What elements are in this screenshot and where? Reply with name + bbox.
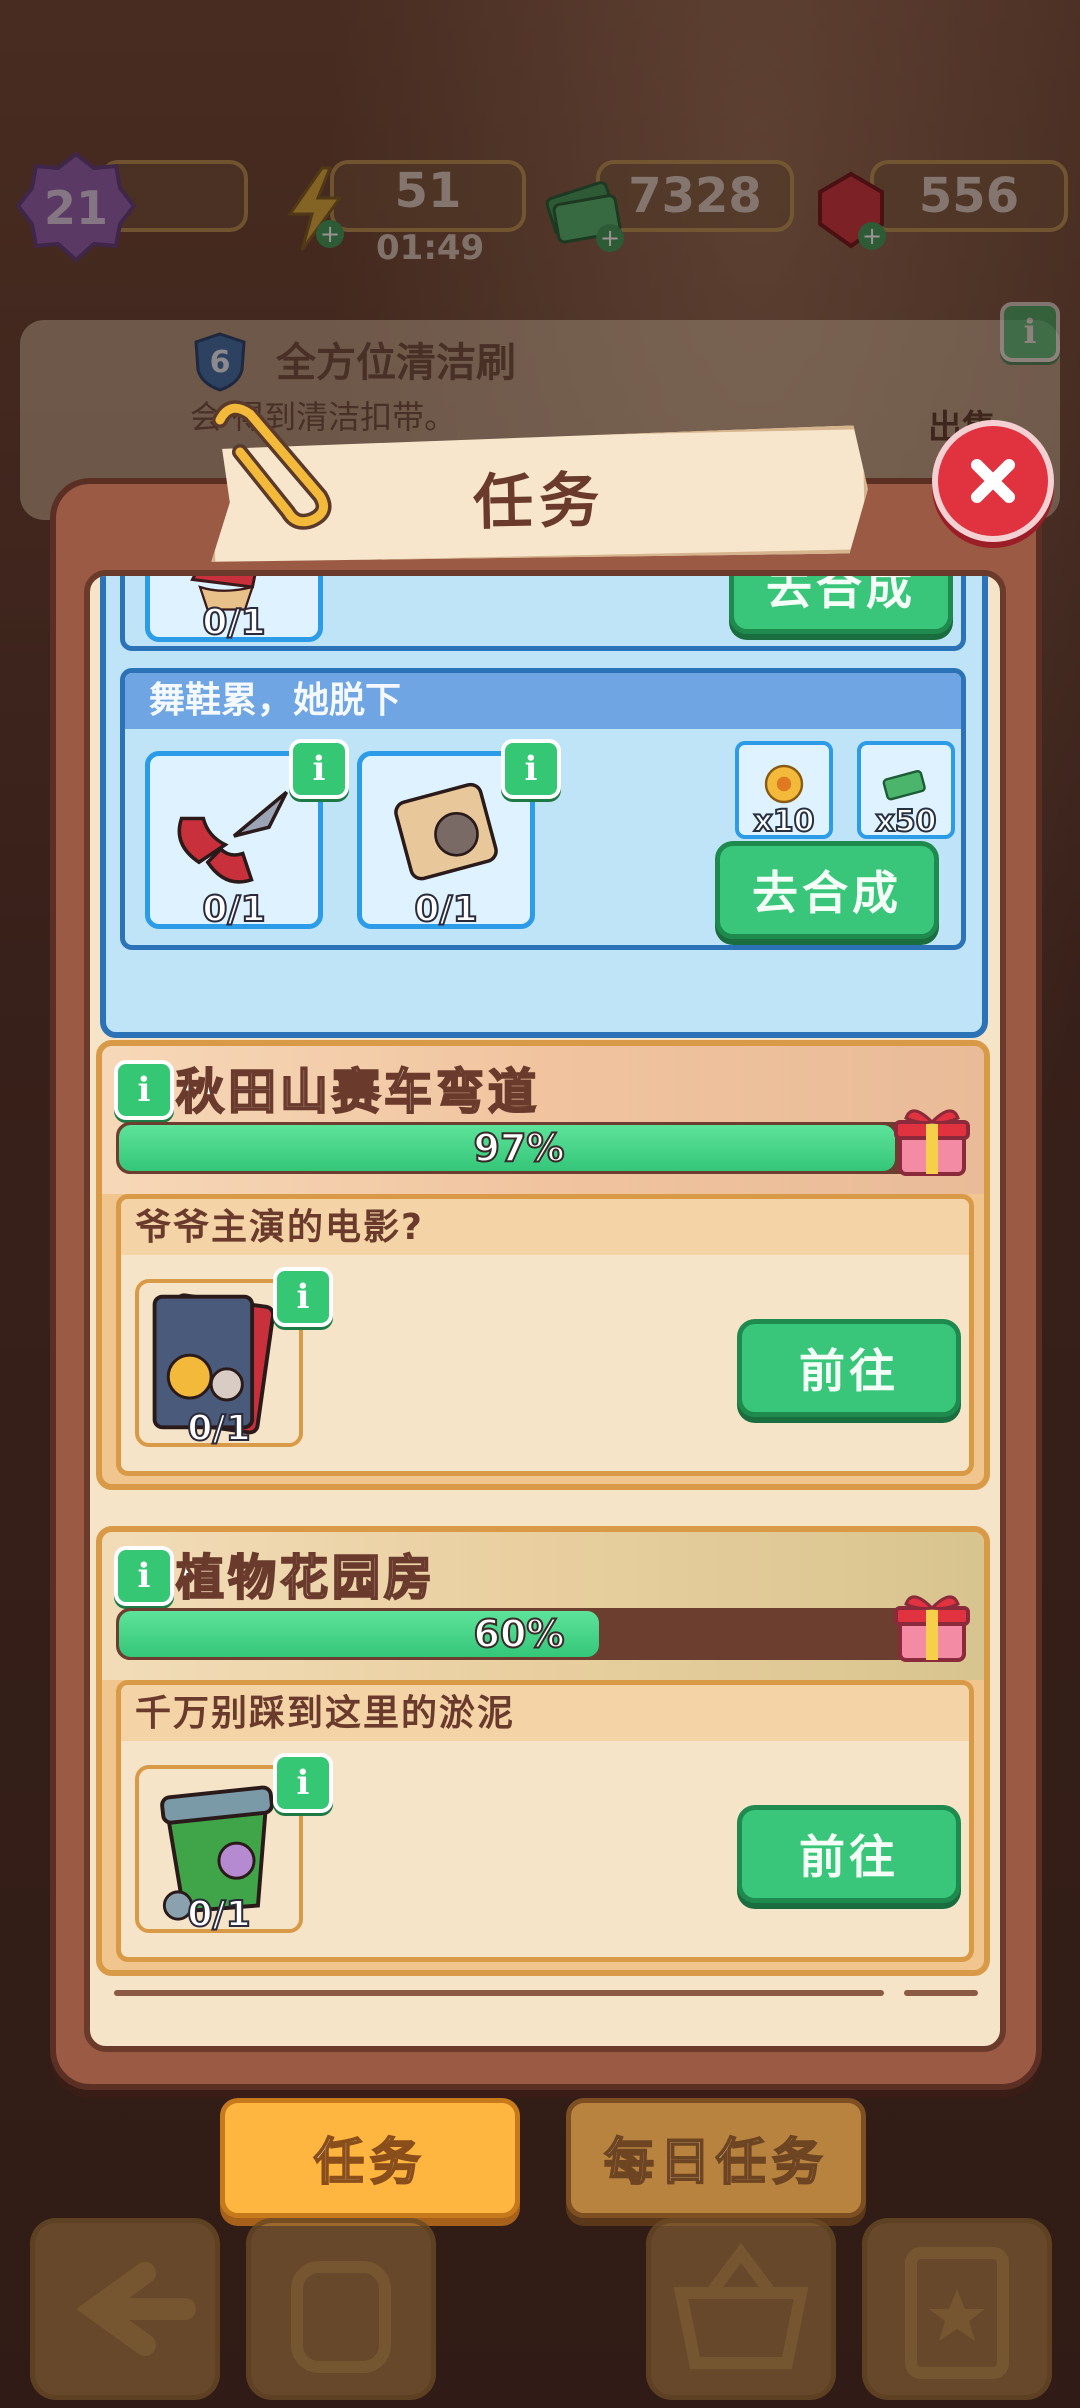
area-name: 植物花园房 [175, 1549, 437, 1607]
item-info-icon[interactable]: i [501, 739, 561, 799]
basket-icon [673, 2243, 809, 2369]
task-row-title: 舞鞋累，她脱下 [125, 673, 961, 729]
tab-daily-tasks[interactable]: 每日任务 [566, 2098, 866, 2218]
gift-box-icon[interactable] [892, 1586, 972, 1666]
close-button[interactable] [932, 420, 1054, 542]
task-row-dance-shoes: 舞鞋累，她脱下 0/1 i 0/1 i x10 x50 去合成 [120, 668, 966, 950]
cash-stack-icon [882, 769, 926, 801]
item-count: 0/1 [186, 1407, 251, 1450]
item-count: 0/1 [186, 1893, 251, 1936]
area-task-title: 爷爷主演的电影? [121, 1199, 969, 1255]
scroll-indicator[interactable] [114, 1990, 982, 1996]
item-count: 0/1 [413, 888, 478, 931]
seed-bag-item-icon [394, 782, 498, 881]
reward-flower: x10 [735, 741, 833, 840]
go-craft-button[interactable]: 去合成 [729, 576, 953, 634]
area-card-garden: i 植物花园房 60% 千万别踩到这里的淤泥 0/1 i 前往 [96, 1526, 990, 1976]
tasks-clipboard-button[interactable] [862, 2218, 1052, 2400]
task-row-top: 0/1 去合成 [120, 576, 966, 651]
area-card-racetrack: i 秋田山赛车弯道 97% 爷爷主演的电影? 0/1 i 前往 [96, 1040, 990, 1490]
item-info-icon[interactable]: i [289, 739, 349, 799]
area-task-title: 千万别踩到这里的淤泥 [121, 1685, 969, 1741]
item-count: 0/1 [201, 601, 266, 644]
paperclip-icon [212, 400, 332, 530]
backpack-button[interactable] [246, 2218, 436, 2400]
item-info-icon[interactable]: i [273, 1267, 333, 1327]
close-icon [971, 459, 1015, 503]
go-craft-button[interactable]: 去合成 [715, 841, 939, 939]
reward-label: x10 [752, 803, 815, 840]
back-button[interactable] [30, 2218, 220, 2400]
reward-cash: x50 [857, 741, 955, 840]
area-info-icon[interactable]: i [114, 1060, 174, 1120]
modal-title: 任务 [472, 465, 606, 538]
area-task-box: 千万别踩到这里的淤泥 0/1 i 前往 [116, 1680, 974, 1962]
area-progress-text: 97% [473, 1125, 566, 1171]
backpack-icon [291, 2261, 391, 2373]
item-count: 0/1 [201, 888, 266, 931]
go-to-button[interactable]: 前往 [737, 1805, 961, 1903]
clipboard-star-icon [905, 2247, 1009, 2379]
task-item-slot[interactable]: 0/1 [145, 576, 323, 644]
shears-item-icon [177, 790, 289, 884]
reward-label: x50 [874, 803, 937, 840]
area-task-box: 爷爷主演的电影? 0/1 i 前往 [116, 1194, 974, 1476]
area-name: 秋田山赛车弯道 [175, 1063, 541, 1121]
area-progress-text: 60% [473, 1611, 566, 1657]
item-info-icon[interactable]: i [273, 1753, 333, 1813]
flower-token-icon [764, 764, 804, 804]
shop-button[interactable] [646, 2218, 836, 2400]
task-group-block: 0/1 去合成 舞鞋累，她脱下 0/1 i 0/1 i x10 x50 去合成 [100, 576, 988, 1038]
gift-box-icon[interactable] [892, 1100, 972, 1180]
tab-tasks[interactable]: 任务 [220, 2098, 520, 2218]
task-scroll-area[interactable]: 0/1 去合成 舞鞋累，她脱下 0/1 i 0/1 i x10 x50 去合成 … [84, 570, 1006, 2052]
go-to-button[interactable]: 前往 [737, 1319, 961, 1417]
area-info-icon[interactable]: i [114, 1546, 174, 1606]
back-arrow-icon [76, 2262, 196, 2356]
